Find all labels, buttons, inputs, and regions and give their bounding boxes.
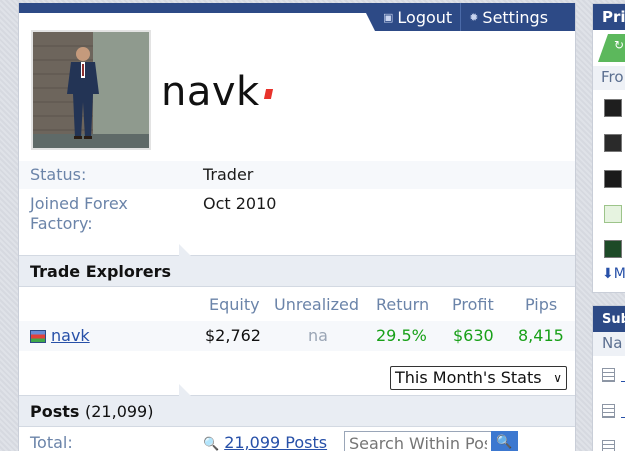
refresh-icon: ↻ <box>614 38 625 52</box>
logout-button[interactable]: ▣ Logout <box>375 3 460 31</box>
sidebar-panel2-title: Sub <box>593 306 625 332</box>
search-icon: 🔍 <box>203 437 220 451</box>
sidebar-more-label: M <box>613 266 625 282</box>
chevron-down-icon: ∨ <box>553 371 562 385</box>
status-label: Status: <box>30 165 87 184</box>
sidebar-panel-primary: Pri ↻ Fro ⬇M <box>592 3 625 293</box>
status-value: Trader <box>203 165 254 184</box>
sidebar-panel-subtitle: Fro <box>593 66 625 90</box>
sidebar-panel2-subtitle: Na <box>593 332 625 356</box>
stats-period-select[interactable]: This Month's Stats ∨ <box>390 366 567 390</box>
settings-button[interactable]: ✹ Settings <box>460 3 556 31</box>
sidebar-thumbnail[interactable] <box>604 99 622 117</box>
all-posts-label: 21,099 Posts <box>224 433 328 451</box>
col-unrealized: Unrealized <box>274 295 360 314</box>
status-row: Status: Trader <box>19 161 575 189</box>
profit-value: $630 <box>453 326 494 345</box>
col-profit: Profit <box>452 295 494 314</box>
search-posts-input[interactable] <box>344 431 492 451</box>
page-background-strip <box>0 0 18 451</box>
posts-title-label: Posts <box>30 402 80 421</box>
username-title: navk <box>161 69 260 115</box>
online-indicator <box>263 89 274 99</box>
section-notch <box>179 384 191 396</box>
avatar-image <box>33 32 149 148</box>
logout-label: Logout <box>397 7 453 27</box>
document-icon <box>602 440 615 451</box>
document-icon <box>602 368 615 382</box>
joined-row: Joined Forex Factory: Oct 2010 <box>19 189 575 241</box>
sidebar-thumbnail[interactable] <box>604 205 622 223</box>
sidebar-thumbnail[interactable] <box>604 170 622 188</box>
avatar[interactable] <box>31 30 151 150</box>
settings-label: Settings <box>482 7 549 27</box>
sidebar-action-button[interactable]: ↻ <box>598 34 625 62</box>
joined-label: Joined Forex Factory: <box>30 194 128 233</box>
trade-account-icon <box>30 330 46 343</box>
profile-panel: ▣ Logout ✹ Settings navk Status: Trader … <box>18 3 576 451</box>
table-row: navk $2,762 na 29.5% $630 8,415 <box>19 321 575 351</box>
col-pips: Pips <box>525 295 558 314</box>
col-equity: Equity <box>209 295 260 314</box>
stats-period-value: This Month's Stats <box>395 368 542 387</box>
download-icon: ⬇ <box>602 266 614 282</box>
posts-title: Posts (21,099) <box>30 402 153 421</box>
posts-count: (21,099) <box>85 402 154 421</box>
gear-icon: ✹ <box>469 10 479 24</box>
all-posts-link[interactable]: 🔍 21,099 Posts <box>203 433 327 451</box>
unrealized-value: na <box>308 326 328 345</box>
trade-explorers-header: Trade Explorers <box>19 244 575 287</box>
document-icon <box>602 404 615 418</box>
sidebar-more-link[interactable]: ⬇M <box>602 266 625 282</box>
sidebar-thumbnail[interactable] <box>604 240 622 258</box>
joined-value: Oct 2010 <box>203 194 277 213</box>
sidebar-item-link[interactable] <box>621 366 625 382</box>
sidebar-item-link[interactable] <box>621 402 625 418</box>
pips-value: 8,415 <box>518 326 564 345</box>
search-posts-button[interactable]: 🔍 <box>491 431 518 451</box>
col-return: Return <box>376 295 430 314</box>
section-notch <box>179 244 191 256</box>
total-label: Total: <box>30 433 73 451</box>
sidebar-panel-title: Pri <box>593 4 625 30</box>
return-value: 29.5% <box>376 326 427 345</box>
equity-value: $2,762 <box>205 326 261 345</box>
posts-total-row: Total: 🔍 21,099 Posts 🔍 <box>19 428 575 451</box>
posts-header: Posts (21,099) <box>19 384 575 427</box>
logout-icon: ▣ <box>383 10 394 24</box>
trade-explorers-title: Trade Explorers <box>30 262 172 281</box>
account-toolbar: ▣ Logout ✹ Settings <box>361 3 575 31</box>
sidebar-thumbnail[interactable] <box>604 134 622 152</box>
trade-account-link[interactable]: navk <box>51 326 90 345</box>
sidebar-panel-secondary: Sub Na <box>592 305 625 451</box>
trade-explorer-column-headers: Equity Unrealized Return Profit Pips <box>19 295 575 321</box>
search-icon: 🔍 <box>496 435 513 450</box>
